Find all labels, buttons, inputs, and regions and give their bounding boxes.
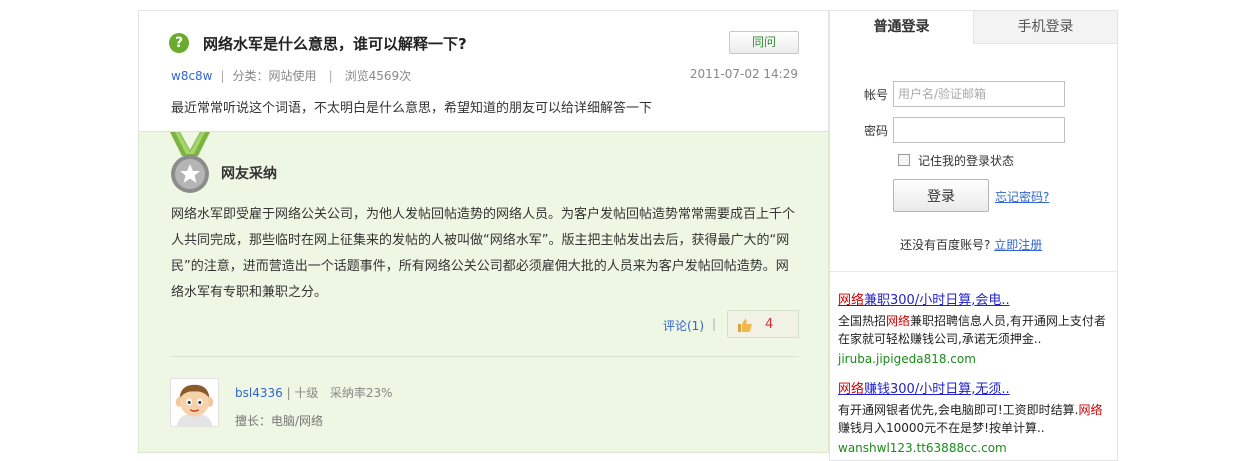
meta-separator: | [220, 69, 225, 83]
no-account-text: 还没有百度账号? [900, 238, 991, 252]
answerer-adopt-rate: 采纳率23% [329, 386, 393, 400]
adopted-heading: 网友采纳 [221, 166, 277, 182]
ad-item[interactable]: 网络赚钱300/小时日算,无须.. 有开通网银者优先,会电脑即可!工资即时结算.… [838, 378, 1113, 455]
question-views: 浏览4569次 [344, 69, 412, 83]
comment-link[interactable]: 评论(1) [663, 317, 704, 334]
login-sidebar: 普通登录 手机登录 帐号 密码 记住我的登录状态 登录 忘记密码? 还没有百度账… [829, 10, 1118, 461]
ad-description: 有开通网银者优先,会电脑即可!工资即时结算.网络赚钱月入10000元不在是梦!按… [838, 403, 1103, 435]
no-account-line: 还没有百度账号? 立即注册 [900, 236, 1042, 253]
answer-text: 网络水军即受雇于网络公关公司，为他人发帖回帖造势的网络人员。为客户发帖回帖造势常… [171, 207, 796, 300]
question-title: 网络水军是什么意思，谁可以解释一下? [203, 35, 467, 53]
like-count: 4 [765, 317, 774, 332]
question-mark-icon: ? [169, 33, 189, 53]
login-button[interactable]: 登录 [893, 179, 989, 212]
password-label: 密码 [864, 124, 889, 138]
remember-checkbox[interactable] [898, 154, 910, 166]
ad-url[interactable]: jiruba.jipigeda818.com [838, 352, 1113, 366]
account-label: 帐号 [864, 88, 889, 102]
question-meta: w8c8w | 分类：网站使用 | 浏览4569次 [171, 67, 411, 84]
password-input[interactable] [893, 117, 1065, 143]
answerer-level: | 十级 [286, 386, 319, 400]
question-panel: ? 网络水军是什么意思，谁可以解释一下? 同问 w8c8w | 分类：网站使用 | 浏览… [138, 10, 829, 131]
ad-item[interactable]: 网络兼职300/小时日算,会电.. 全国热招网络兼职招聘信息人员,有开通网上支付… [838, 289, 1113, 366]
medal-icon [170, 132, 210, 193]
cartoon-avatar-icon [171, 379, 218, 426]
ad-title-link[interactable]: 网络赚钱300/小时日算,无须.. [838, 378, 1113, 397]
answerer-name-link[interactable]: bsl4336 [235, 386, 283, 400]
comment-separator: | [712, 317, 717, 331]
answerer-info: bsl4336 | 十级 采纳率23% [235, 384, 393, 401]
login-tabs: 普通登录 手机登录 [830, 11, 1117, 44]
remember-label: 记住我的登录状态 [918, 154, 1015, 168]
adopted-answer-panel: 网友采纳 网络水军即受雇于网络公关公司，为他人发帖回帖造势的网络人员。为客户发帖… [138, 131, 829, 453]
meta-separator: | [328, 69, 333, 83]
forgot-password-link[interactable]: 忘记密码? [995, 188, 1049, 205]
divider [171, 356, 799, 357]
like-button[interactable]: 4 [727, 310, 799, 338]
register-link[interactable]: 立即注册 [994, 238, 1042, 252]
question-category: 分类：网站使用 [232, 69, 317, 83]
same-question-button[interactable]: 同问 [729, 31, 799, 54]
thumbs-up-icon [738, 319, 752, 332]
answerer-specialty: 擅长：电脑/网络 [235, 414, 324, 428]
account-input[interactable] [893, 81, 1065, 107]
ad-title-link[interactable]: 网络兼职300/小时日算,会电.. [838, 289, 1113, 308]
ad-description: 全国热招网络兼职招聘信息人员,有开通网上支付者在家就可轻松赚钱公司,承诺无须押金… [838, 314, 1106, 346]
avatar[interactable] [170, 378, 219, 427]
asker-link[interactable]: w8c8w [171, 69, 213, 83]
question-body: 最近常常听说这个词语，不太明白是什么意思，希望知道的朋友可以给详细解答一下 [171, 101, 653, 116]
sidebar-divider [830, 271, 1117, 272]
tab-normal-login[interactable]: 普通登录 [830, 11, 974, 44]
question-time: 2011-07-02 14:29 [689, 67, 798, 81]
tab-mobile-login[interactable]: 手机登录 [974, 11, 1117, 44]
ad-url[interactable]: wanshwl123.tt63888cc.com [838, 441, 1113, 455]
